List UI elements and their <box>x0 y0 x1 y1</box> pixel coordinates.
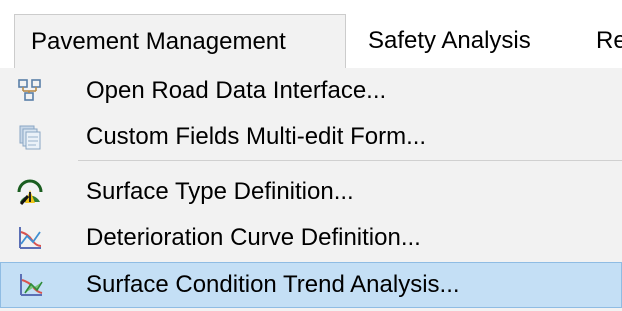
stacked-forms-icon <box>16 123 44 151</box>
menu-bar: Pavement Management Safety Analysis Rep <box>0 0 622 70</box>
menu-item-surface-type-definition[interactable]: Surface Type Definition... <box>0 169 622 215</box>
curve-chart-icon <box>16 224 44 252</box>
menu-item-label: Custom Fields Multi-edit Form... <box>86 123 427 150</box>
menu-item-label: Surface Type Definition... <box>86 178 354 205</box>
application-window: Pavement Management Safety Analysis Rep … <box>0 0 622 311</box>
pavement-management-dropdown: Open Road Data Interface... Custom Field… <box>0 68 622 311</box>
menu-separator <box>78 160 622 161</box>
menu-item-surface-condition-trend-analysis[interactable]: Surface Condition Trend Analysis... <box>0 262 622 308</box>
menu-item-label: Open Road Data Interface... <box>86 77 387 104</box>
menu-item-deterioration-curve-definition[interactable]: Deterioration Curve Definition... <box>0 215 622 261</box>
menu-safety-analysis[interactable]: Safety Analysis <box>368 14 531 68</box>
road-data-grid-icon <box>16 77 44 105</box>
menu-item-label: Surface Condition Trend Analysis... <box>86 271 460 298</box>
menu-reports-truncated[interactable]: Rep <box>596 14 622 68</box>
menu-item-open-road-data-interface[interactable]: Open Road Data Interface... <box>0 68 622 114</box>
trend-chart-icon <box>17 271 45 299</box>
menu-item-label: Deterioration Curve Definition... <box>86 224 421 251</box>
road-surface-icon <box>16 178 44 206</box>
menu-item-custom-fields-multi-edit[interactable]: Custom Fields Multi-edit Form... <box>0 114 622 160</box>
menu-pavement-management[interactable]: Pavement Management <box>14 14 346 68</box>
